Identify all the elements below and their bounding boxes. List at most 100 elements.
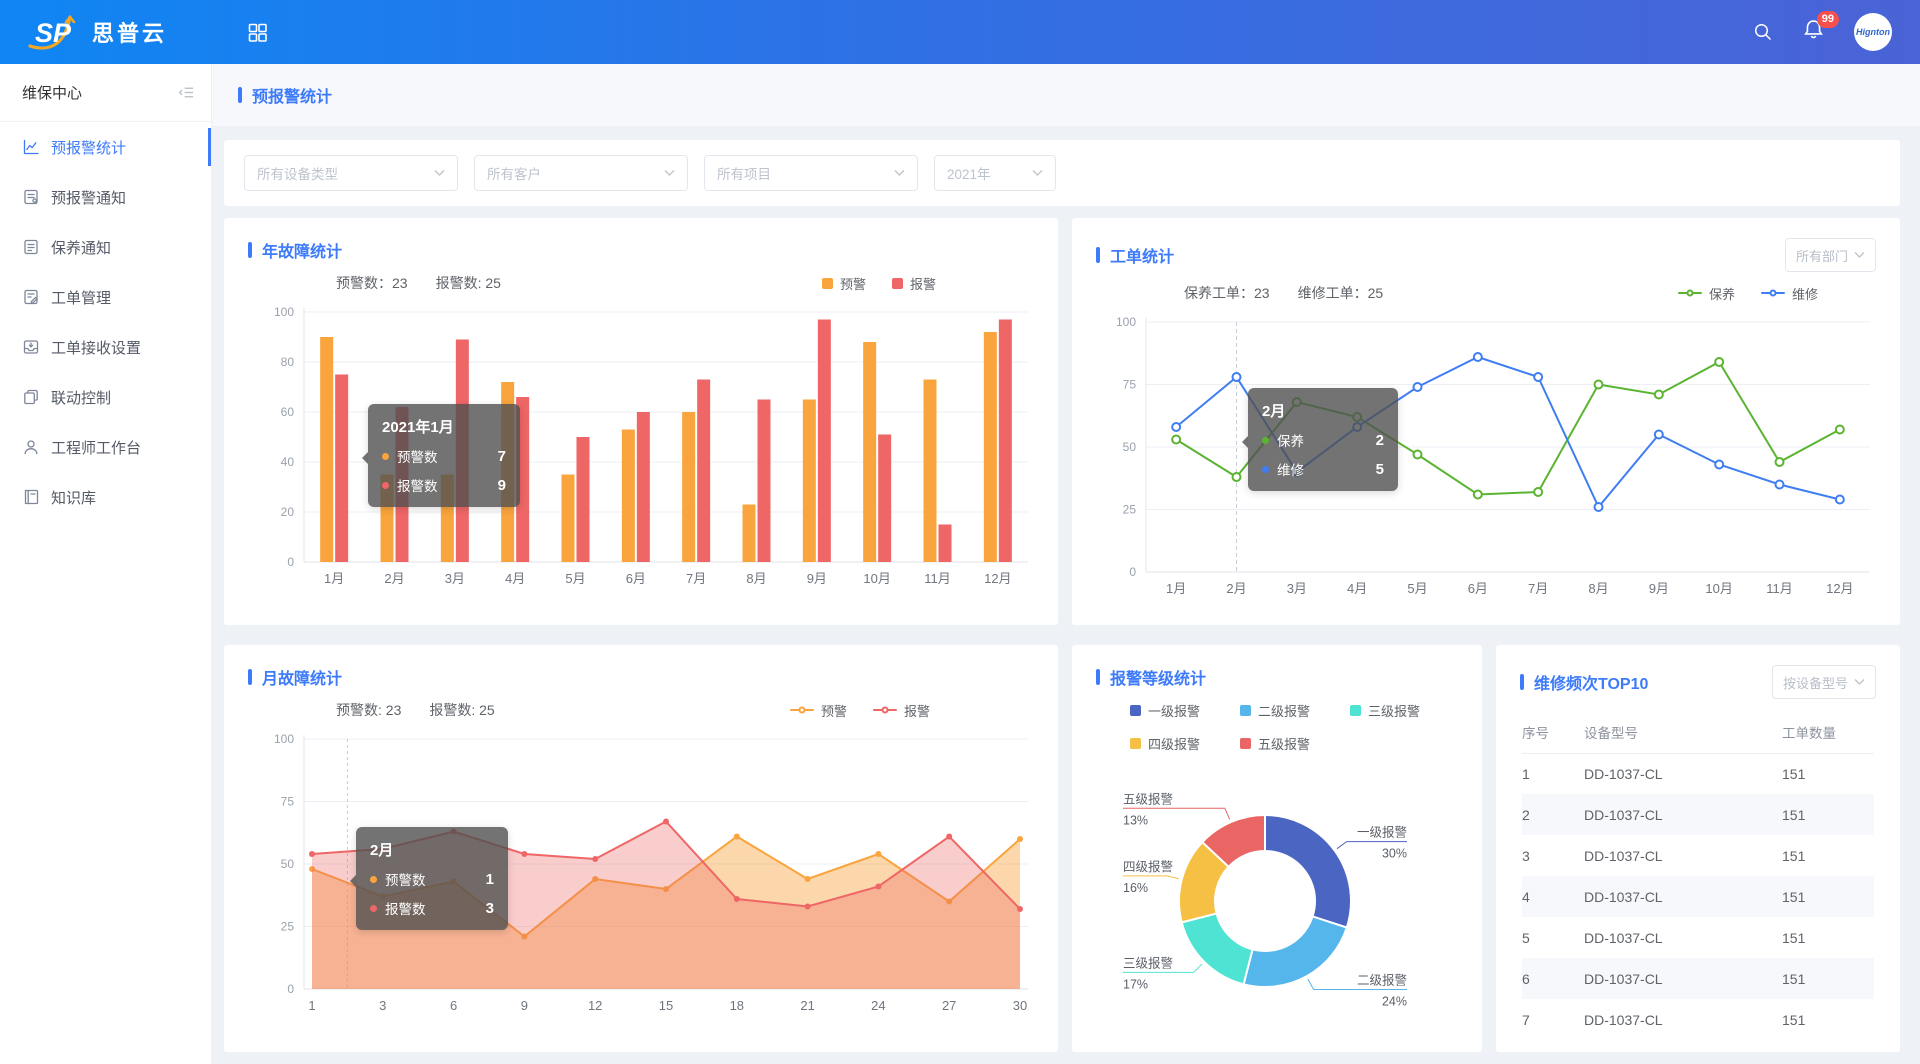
department-filter-dropdown[interactable]: 所有部门 — [1785, 238, 1876, 272]
tooltip-series-value: 1 — [462, 871, 494, 888]
filter-project[interactable]: 所有项目 — [704, 155, 918, 191]
yearly-fault-title: 年故障统计 — [262, 238, 342, 262]
sidebar-item-6[interactable]: 联动控制 — [0, 372, 211, 422]
series-dot — [1262, 466, 1269, 473]
svg-text:8月: 8月 — [1588, 581, 1608, 596]
yearly-fault-bar-chart: 0204060801001月2月3月4月5月6月7月8月9月10月11月12月2… — [248, 300, 1034, 592]
workorder-card-header: 工单统计 所有部门 — [1072, 218, 1900, 276]
svg-text:24%: 24% — [1382, 995, 1407, 1009]
legend-item-二级报警[interactable]: 二级报警 — [1240, 701, 1310, 720]
legend-item-保养[interactable]: 保养 — [1678, 284, 1735, 303]
svg-text:4月: 4月 — [1347, 581, 1367, 596]
tooltip-series-value: 5 — [1352, 461, 1384, 478]
charts-row-2: 月故障统计 预警数: 23 报警数: 25 预警报警 0255075100136… — [224, 645, 1900, 1052]
svg-text:2月: 2月 — [384, 571, 404, 586]
svg-text:10月: 10月 — [863, 571, 890, 586]
table-cell: DD-1037-CL — [1584, 835, 1782, 876]
avatar[interactable]: Hignton — [1854, 13, 1892, 51]
title-accent-bar — [238, 87, 242, 103]
tooltip-title: 2021年1月 — [382, 416, 506, 437]
title-accent-bar — [248, 669, 252, 685]
svg-text:1: 1 — [308, 998, 315, 1013]
legend-item-报警[interactable]: 报警 — [892, 274, 936, 293]
svg-text:50: 50 — [1123, 440, 1137, 454]
table-cell: 3 — [1522, 835, 1584, 876]
svg-text:五级报警: 五级报警 — [1123, 791, 1173, 806]
bar-chart-svg: 0204060801001月2月3月4月5月6月7月8月9月10月11月12月 — [248, 300, 1034, 592]
device-model-filter-label: 按设备型号 — [1783, 673, 1848, 692]
svg-text:8月: 8月 — [746, 571, 766, 586]
alarm-count-stat: 报警数: 25 — [436, 273, 501, 293]
legend-label: 三级报警 — [1368, 701, 1420, 720]
svg-text:17%: 17% — [1123, 977, 1148, 991]
sidebar-item-8[interactable]: 知识库 — [0, 472, 211, 522]
workorder-line-chart: 02550751001月2月3月4月5月6月7月8月9月10月11月12月2月保… — [1096, 310, 1876, 602]
legend-label: 维修 — [1792, 284, 1818, 303]
filter-year[interactable]: 2021年 — [934, 155, 1056, 191]
legend-item-四级报警[interactable]: 四级报警 — [1130, 734, 1200, 753]
svg-text:3月: 3月 — [1287, 581, 1307, 596]
doc-edit-icon — [22, 288, 40, 306]
table-cell: 2 — [1522, 794, 1584, 835]
legend-item-报警[interactable]: 报警 — [873, 701, 930, 720]
svg-text:11月: 11月 — [924, 571, 951, 586]
yearly-fault-stats: 预警数：23 报警数: 25 预警报警 — [224, 266, 1058, 300]
filter-device-type[interactable]: 所有设备类型 — [244, 155, 458, 191]
legend-label: 保养 — [1709, 284, 1735, 303]
svg-text:30%: 30% — [1382, 847, 1407, 861]
sidebar-item-label: 工单接收设置 — [51, 337, 141, 358]
user-icon — [22, 438, 40, 456]
sidebar-item-2[interactable]: 预报警通知 — [0, 172, 211, 222]
tooltip-series-name: 维修 — [1277, 459, 1304, 479]
svg-text:27: 27 — [942, 998, 956, 1013]
filter-customer[interactable]: 所有客户 — [474, 155, 688, 191]
svg-text:25: 25 — [1123, 503, 1137, 517]
table-row: 7DD-1037-CL151 — [1522, 999, 1874, 1040]
table-cell: 151 — [1782, 999, 1874, 1040]
svg-text:3月: 3月 — [445, 571, 465, 586]
apps-grid-icon[interactable] — [248, 23, 267, 42]
legend-item-五级报警[interactable]: 五级报警 — [1240, 734, 1310, 753]
legend-item-预警[interactable]: 预警 — [790, 701, 847, 720]
notification-bell-icon[interactable]: 99 — [1803, 19, 1824, 45]
svg-text:12: 12 — [588, 998, 602, 1013]
sidebar-item-7[interactable]: 工程师工作台 — [0, 422, 211, 472]
svg-text:21: 21 — [800, 998, 814, 1013]
table-cell: DD-1037-CL — [1584, 794, 1782, 835]
charts-row-1: 年故障统计 预警数：23 报警数: 25 预警报警 0204060801001月… — [224, 218, 1900, 625]
legend-item-一级报警[interactable]: 一级报警 — [1130, 701, 1200, 720]
series-dot — [382, 482, 389, 489]
sidebar-item-1[interactable]: 预报警统计 — [0, 122, 211, 172]
legend-line-marker — [790, 709, 814, 711]
sidebar-item-3[interactable]: 保养通知 — [0, 222, 211, 272]
brand-name: 思普云 — [92, 16, 167, 48]
chevron-down-icon — [664, 169, 675, 177]
sidebar-item-4[interactable]: 工单管理 — [0, 272, 211, 322]
legend-item-维修[interactable]: 维修 — [1761, 284, 1818, 303]
repair-top10-card-header: 维修频次TOP10 按设备型号 — [1496, 645, 1900, 703]
legend-label: 报警 — [904, 701, 930, 720]
device-model-filter-dropdown[interactable]: 按设备型号 — [1772, 665, 1876, 699]
series-dot — [370, 905, 377, 912]
doc-icon — [22, 238, 40, 256]
column-header: 序号 — [1522, 711, 1584, 753]
main-content: 预报警统计 所有设备类型所有客户所有项目2021年 年故障统计 预警数：23 报… — [212, 0, 1920, 1052]
sidebar: 维保中心 预报警统计预报警通知保养通知工单管理工单接收设置联动控制工程师工作台知… — [0, 64, 212, 1064]
svg-text:6月: 6月 — [1468, 581, 1488, 596]
svg-text:100: 100 — [1116, 315, 1136, 329]
svg-text:SP: SP — [35, 18, 72, 48]
menu-fold-icon[interactable] — [178, 84, 195, 101]
title-accent-bar — [1096, 247, 1100, 263]
sidebar-item-5[interactable]: 工单接收设置 — [0, 322, 211, 372]
legend-item-三级报警[interactable]: 三级报警 — [1350, 701, 1420, 720]
search-icon[interactable] — [1753, 22, 1773, 42]
table-cell: DD-1037-CL — [1584, 753, 1782, 794]
table-row: 5DD-1037-CL151 — [1522, 917, 1874, 958]
column-header: 工单数量 — [1782, 711, 1874, 753]
legend-item-预警[interactable]: 预警 — [822, 274, 866, 293]
repair-top10-card: 维修频次TOP10 按设备型号 序号设备型号工单数量1DD-1037-CL151… — [1496, 645, 1900, 1052]
svg-text:75: 75 — [281, 795, 295, 809]
copy-icon — [22, 388, 40, 406]
legend-label: 二级报警 — [1258, 701, 1310, 720]
svg-text:3: 3 — [379, 998, 386, 1013]
